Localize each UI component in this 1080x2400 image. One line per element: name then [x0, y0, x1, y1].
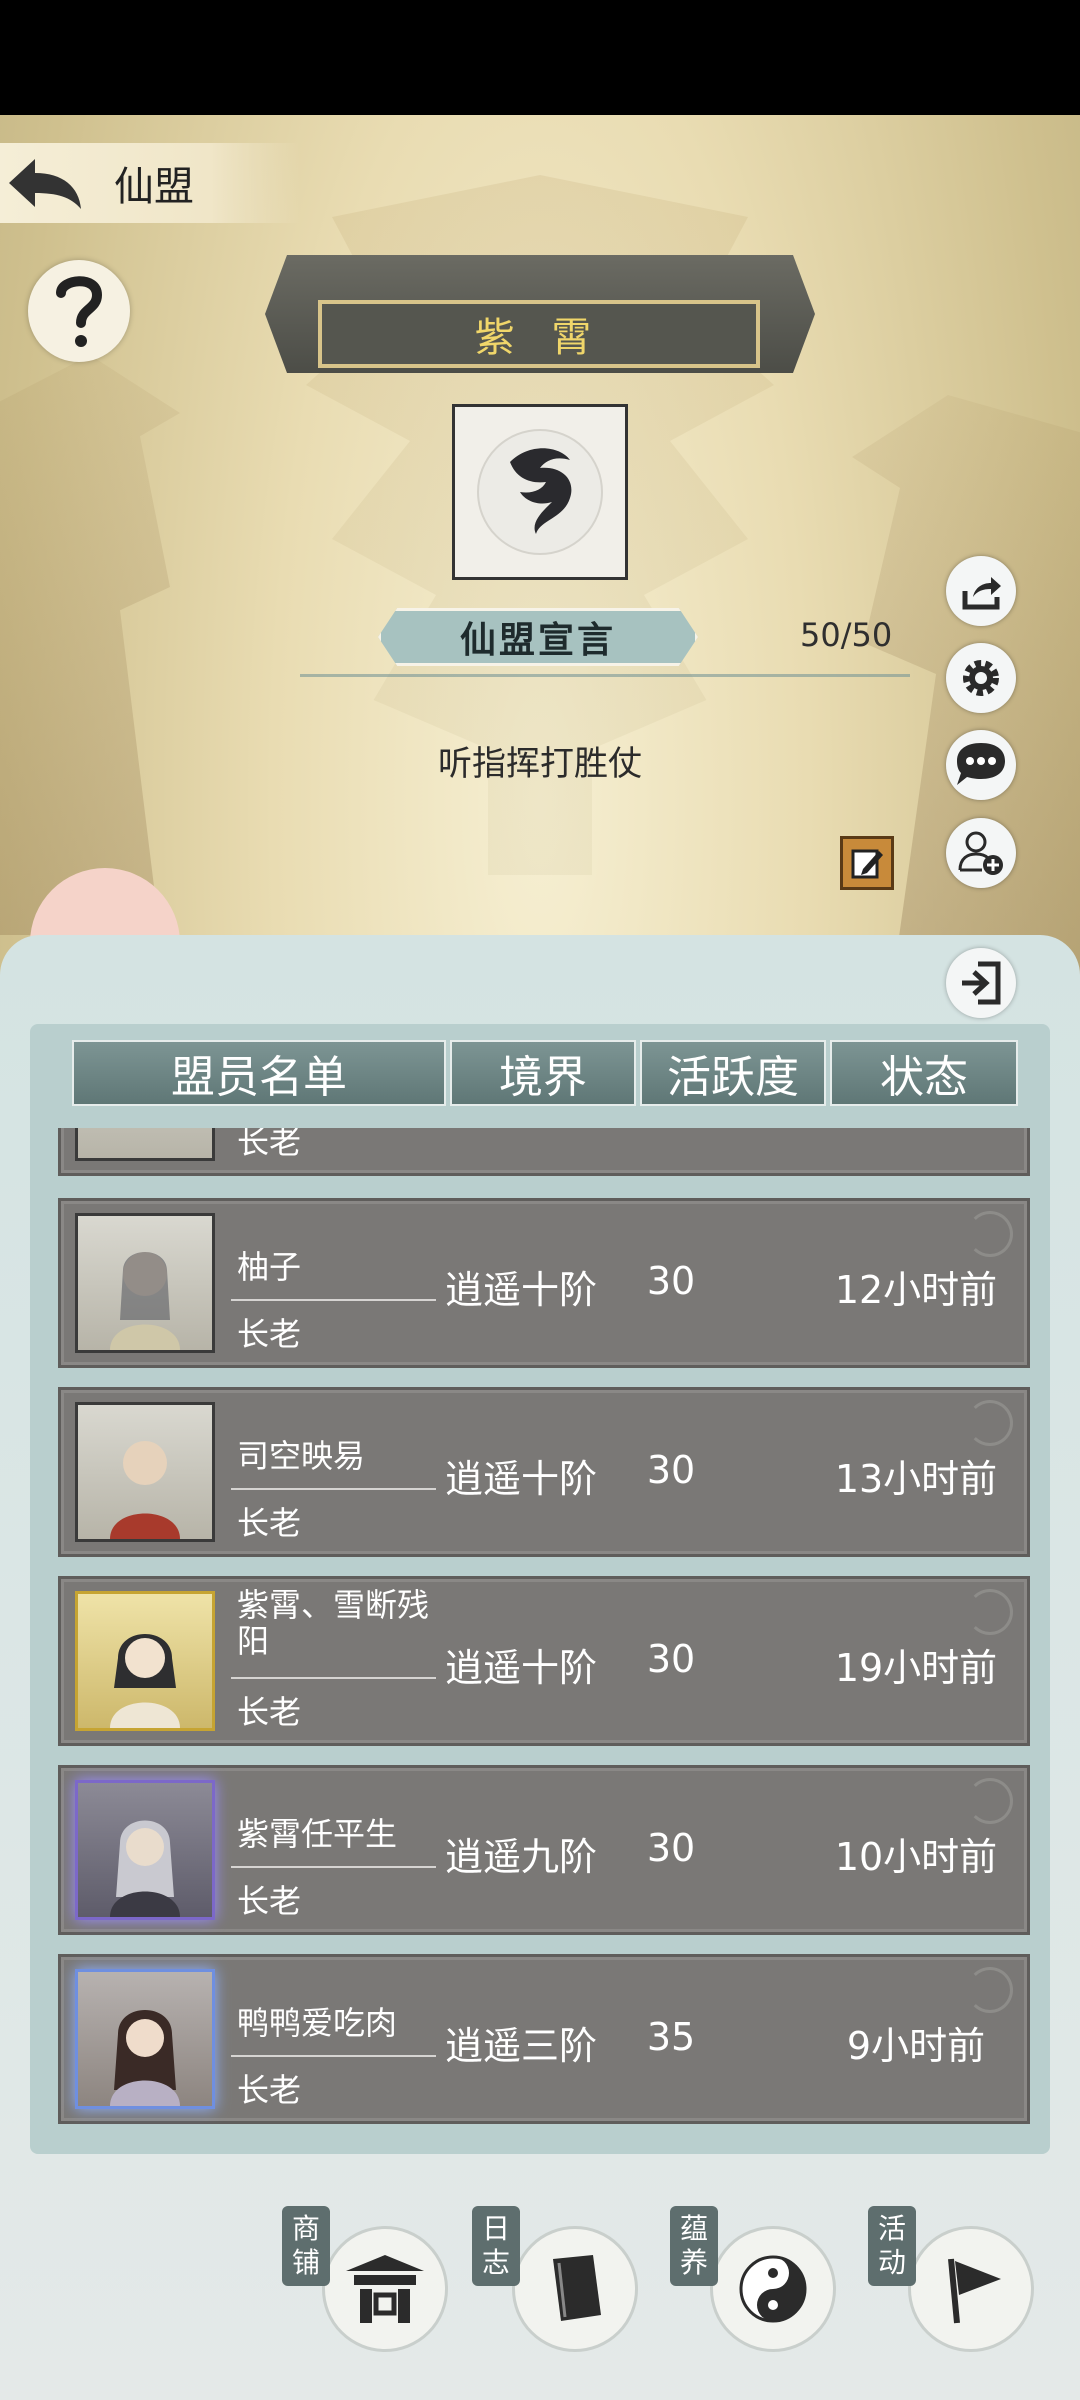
member-realm: 逍遥十阶 — [444, 1268, 597, 1312]
flag-icon — [908, 2226, 1034, 2352]
chat-bubble-icon — [957, 743, 1005, 785]
edit-pencil-icon — [851, 849, 883, 879]
declaration-divider — [300, 674, 910, 677]
member-realm: 逍遥九阶 — [444, 1835, 597, 1879]
declaration-char-count: 50/50 — [800, 616, 893, 654]
top-bar: 仙盟 — [0, 143, 300, 223]
name-underline — [231, 1488, 436, 1490]
column-member-name[interactable]: 盟员名单 — [72, 1040, 446, 1106]
nav-nurture[interactable]: 蕴养 — [670, 2196, 845, 2376]
nav-log-label: 日志 — [472, 2206, 520, 2286]
member-list-header: 盟员名单 境界 活跃度 状态 — [72, 1040, 1018, 1106]
share-button[interactable] — [946, 556, 1016, 626]
member-avatar — [75, 1780, 215, 1920]
temple-left-decoration — [0, 355, 180, 935]
member-role: 长老 — [237, 2071, 302, 2109]
member-role: 长老 — [237, 1882, 302, 1920]
nav-shop-label: 商铺 — [282, 2206, 330, 2286]
nav-nurture-label: 蕴养 — [670, 2206, 718, 2286]
member-avatar — [75, 1969, 215, 2109]
nav-log[interactable]: 日志 — [472, 2196, 647, 2376]
portrait-icon — [110, 2010, 180, 2106]
member-avatar — [75, 1213, 215, 1353]
add-member-button[interactable] — [946, 818, 1016, 888]
alliance-emblem[interactable] — [452, 404, 628, 580]
column-activity[interactable]: 活跃度 — [640, 1040, 826, 1106]
member-role: 长老 — [237, 1128, 302, 1161]
member-last-online: 9小时前 — [846, 2024, 986, 2068]
alliance-name-plaque: 紫 霄 — [318, 300, 760, 368]
member-last-online: 10小时前 — [834, 1835, 998, 1879]
back-arrow-icon — [9, 159, 81, 209]
declaration-text: 听指挥打胜仗 — [438, 744, 642, 784]
log-book-icon — [512, 2226, 638, 2352]
name-underline — [231, 1866, 436, 1868]
member-name: 司空映易 — [237, 1437, 366, 1475]
page-title: 仙盟 — [114, 164, 194, 210]
column-realm[interactable]: 境界 — [450, 1040, 636, 1106]
add-user-icon — [958, 831, 1003, 875]
member-row[interactable]: 鸭鸭爱吃肉 长老 逍遥三阶 35 9小时前 — [58, 1954, 1030, 2124]
member-realm: 逍遥三阶 — [444, 2024, 597, 2068]
portrait-icon — [110, 1441, 180, 1539]
name-underline — [231, 1299, 436, 1301]
member-last-online: 12小时前 — [834, 1268, 998, 1312]
member-row-partial[interactable]: 长老 — [58, 1128, 1030, 1176]
member-activity: 30 — [646, 1637, 696, 1681]
portrait-icon — [110, 1634, 180, 1728]
chat-button[interactable] — [946, 730, 1016, 800]
member-row[interactable]: 紫霄任平生 长老 逍遥九阶 30 10小时前 — [58, 1765, 1030, 1935]
member-avatar — [75, 1128, 215, 1161]
member-realm: 逍遥十阶 — [444, 1646, 597, 1690]
member-name: 柚子 — [237, 1248, 302, 1286]
member-last-online: 19小时前 — [834, 1646, 998, 1690]
member-list: 长老 柚子 长老 逍遥十阶 30 12小时前 司空映易 长老 逍遥十阶 30 1… — [58, 1128, 1030, 2128]
exit-door-icon — [962, 961, 1001, 1005]
yin-yang-icon — [710, 2226, 836, 2352]
portrait-icon — [110, 1820, 180, 1917]
member-avatar — [75, 1591, 215, 1731]
nav-activity-label: 活动 — [868, 2206, 916, 2286]
member-activity: 30 — [646, 1826, 696, 1870]
member-name: 紫霄、雪断残阳 — [237, 1586, 430, 1660]
member-role: 长老 — [237, 1315, 302, 1353]
declaration-title-banner: 仙盟宣言 — [378, 608, 698, 666]
member-role: 长老 — [237, 1693, 302, 1731]
member-avatar — [75, 1402, 215, 1542]
nav-shop[interactable]: 商铺 — [282, 2196, 457, 2376]
nav-activity[interactable]: 活动 — [868, 2196, 1043, 2376]
member-role: 长老 — [237, 1504, 302, 1542]
leave-alliance-button[interactable] — [946, 948, 1016, 1018]
column-status[interactable]: 状态 — [830, 1040, 1018, 1106]
member-activity: 30 — [646, 1259, 696, 1303]
portrait-icon — [110, 1252, 180, 1350]
edit-declaration-button[interactable] — [840, 836, 894, 890]
bottom-nav: 商铺 日志 蕴养 活动 — [0, 2196, 1080, 2400]
cloud-swirl-decoration — [967, 1589, 1013, 1635]
status-bar — [0, 0, 1080, 115]
help-button[interactable] — [28, 260, 130, 362]
member-activity: 35 — [646, 2015, 696, 2059]
member-row[interactable]: 紫霄、雪断残阳 长老 逍遥十阶 30 19小时前 — [58, 1576, 1030, 1746]
dragon-emblem-icon — [477, 429, 603, 555]
gear-icon — [963, 660, 999, 696]
member-last-online: 13小时前 — [834, 1457, 998, 1501]
shop-icon — [322, 2226, 448, 2352]
member-name: 紫霄任平生 — [237, 1815, 398, 1853]
member-row[interactable]: 司空映易 长老 逍遥十阶 30 13小时前 — [58, 1387, 1030, 1557]
question-mark-icon — [56, 276, 103, 347]
cloud-swirl-decoration — [967, 1967, 1013, 2013]
cloud-swirl-decoration — [967, 1400, 1013, 1446]
member-activity: 30 — [646, 1448, 696, 1492]
member-name: 鸭鸭爱吃肉 — [237, 2004, 398, 2042]
share-icon — [962, 577, 1001, 610]
cloud-swirl-decoration — [967, 1778, 1013, 1824]
name-underline — [231, 1677, 436, 1679]
settings-button[interactable] — [946, 643, 1016, 713]
member-row[interactable]: 柚子 长老 逍遥十阶 30 12小时前 — [58, 1198, 1030, 1368]
name-underline — [231, 2055, 436, 2057]
cloud-swirl-decoration — [967, 1211, 1013, 1257]
member-realm: 逍遥十阶 — [444, 1457, 597, 1501]
back-button[interactable] — [0, 143, 90, 223]
